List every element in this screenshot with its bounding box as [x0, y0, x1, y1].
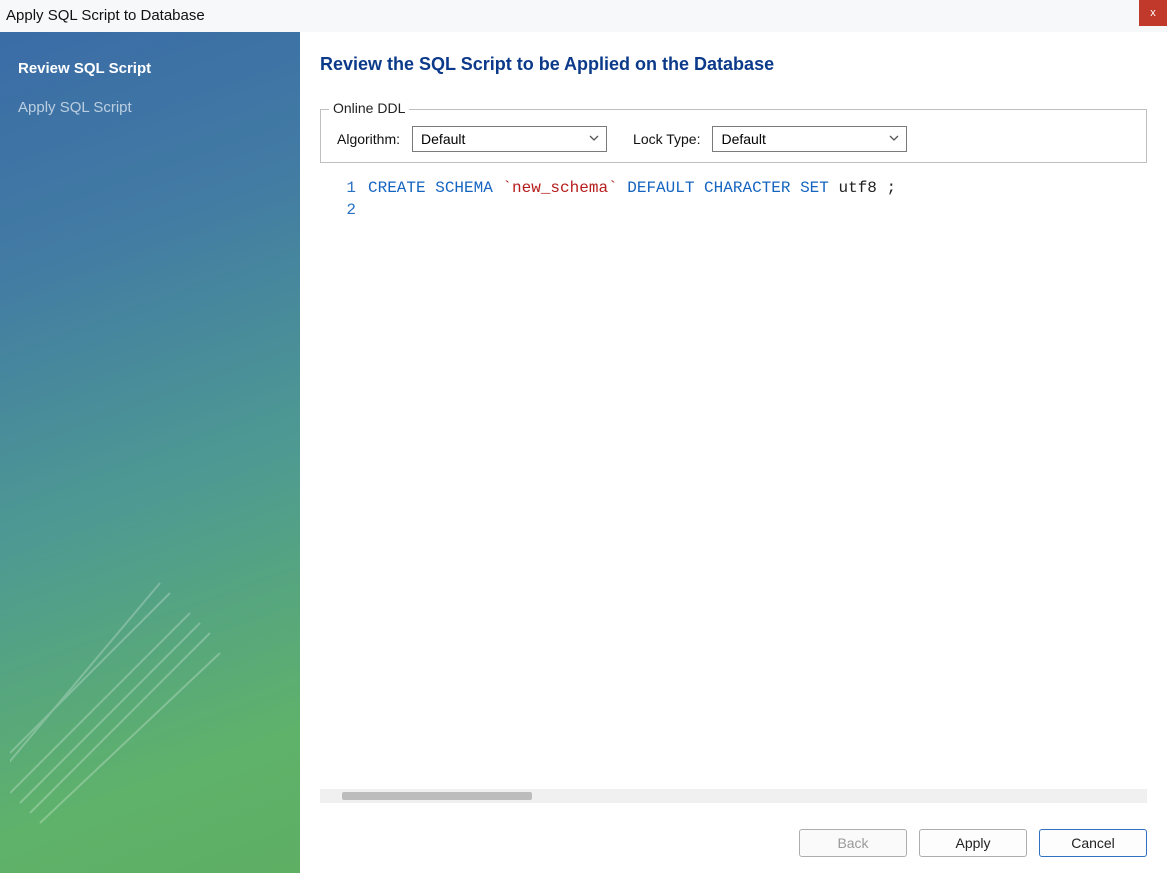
code-area[interactable]: CREATE SCHEMA `new_schema` DEFAULT CHARA…	[368, 177, 1147, 785]
sql-editor[interactable]: 1 2 CREATE SCHEMA `new_schema` DEFAULT C…	[320, 177, 1147, 785]
algorithm-group: Algorithm: Default	[337, 126, 607, 152]
chevron-down-icon	[888, 131, 900, 147]
horizontal-scrollbar[interactable]	[320, 789, 1147, 803]
ddl-row: Algorithm: Default Lock Type: Default	[337, 126, 1130, 152]
algorithm-value: Default	[421, 131, 465, 147]
button-bar: Back Apply Cancel	[320, 803, 1147, 857]
code-line: CREATE SCHEMA `new_schema` DEFAULT CHARA…	[368, 177, 1147, 199]
line-number: 2	[320, 199, 356, 221]
wizard-step-review[interactable]: Review SQL Script	[0, 54, 300, 83]
online-ddl-legend: Online DDL	[329, 100, 409, 116]
wizard-step-apply[interactable]: Apply SQL Script	[0, 93, 300, 122]
dialog-body: Review SQL Script Apply SQL Script Revie…	[0, 32, 1167, 873]
window-title: Apply SQL Script to Database	[6, 7, 205, 24]
code-line	[368, 199, 1147, 221]
main-panel: Review the SQL Script to be Applied on t…	[300, 32, 1167, 873]
lock-type-label: Lock Type:	[633, 131, 700, 147]
algorithm-select[interactable]: Default	[412, 126, 607, 152]
back-button: Back	[799, 829, 907, 857]
page-title: Review the SQL Script to be Applied on t…	[320, 54, 1147, 75]
online-ddl-group: Online DDL Algorithm: Default Lock Type:…	[320, 109, 1147, 163]
decorative-streaks	[10, 553, 270, 833]
scrollbar-thumb[interactable]	[342, 792, 532, 800]
lock-type-select[interactable]: Default	[712, 126, 907, 152]
cancel-button[interactable]: Cancel	[1039, 829, 1147, 857]
algorithm-label: Algorithm:	[337, 131, 400, 147]
line-number-gutter: 1 2	[320, 177, 368, 785]
apply-button[interactable]: Apply	[919, 829, 1027, 857]
wizard-sidebar: Review SQL Script Apply SQL Script	[0, 32, 300, 873]
lock-type-group: Lock Type: Default	[633, 126, 907, 152]
lock-type-value: Default	[721, 131, 765, 147]
close-button[interactable]: x	[1139, 0, 1167, 26]
line-number: 1	[320, 177, 356, 199]
chevron-down-icon	[588, 131, 600, 147]
title-bar: Apply SQL Script to Database x	[0, 0, 1167, 32]
close-icon: x	[1150, 7, 1156, 19]
